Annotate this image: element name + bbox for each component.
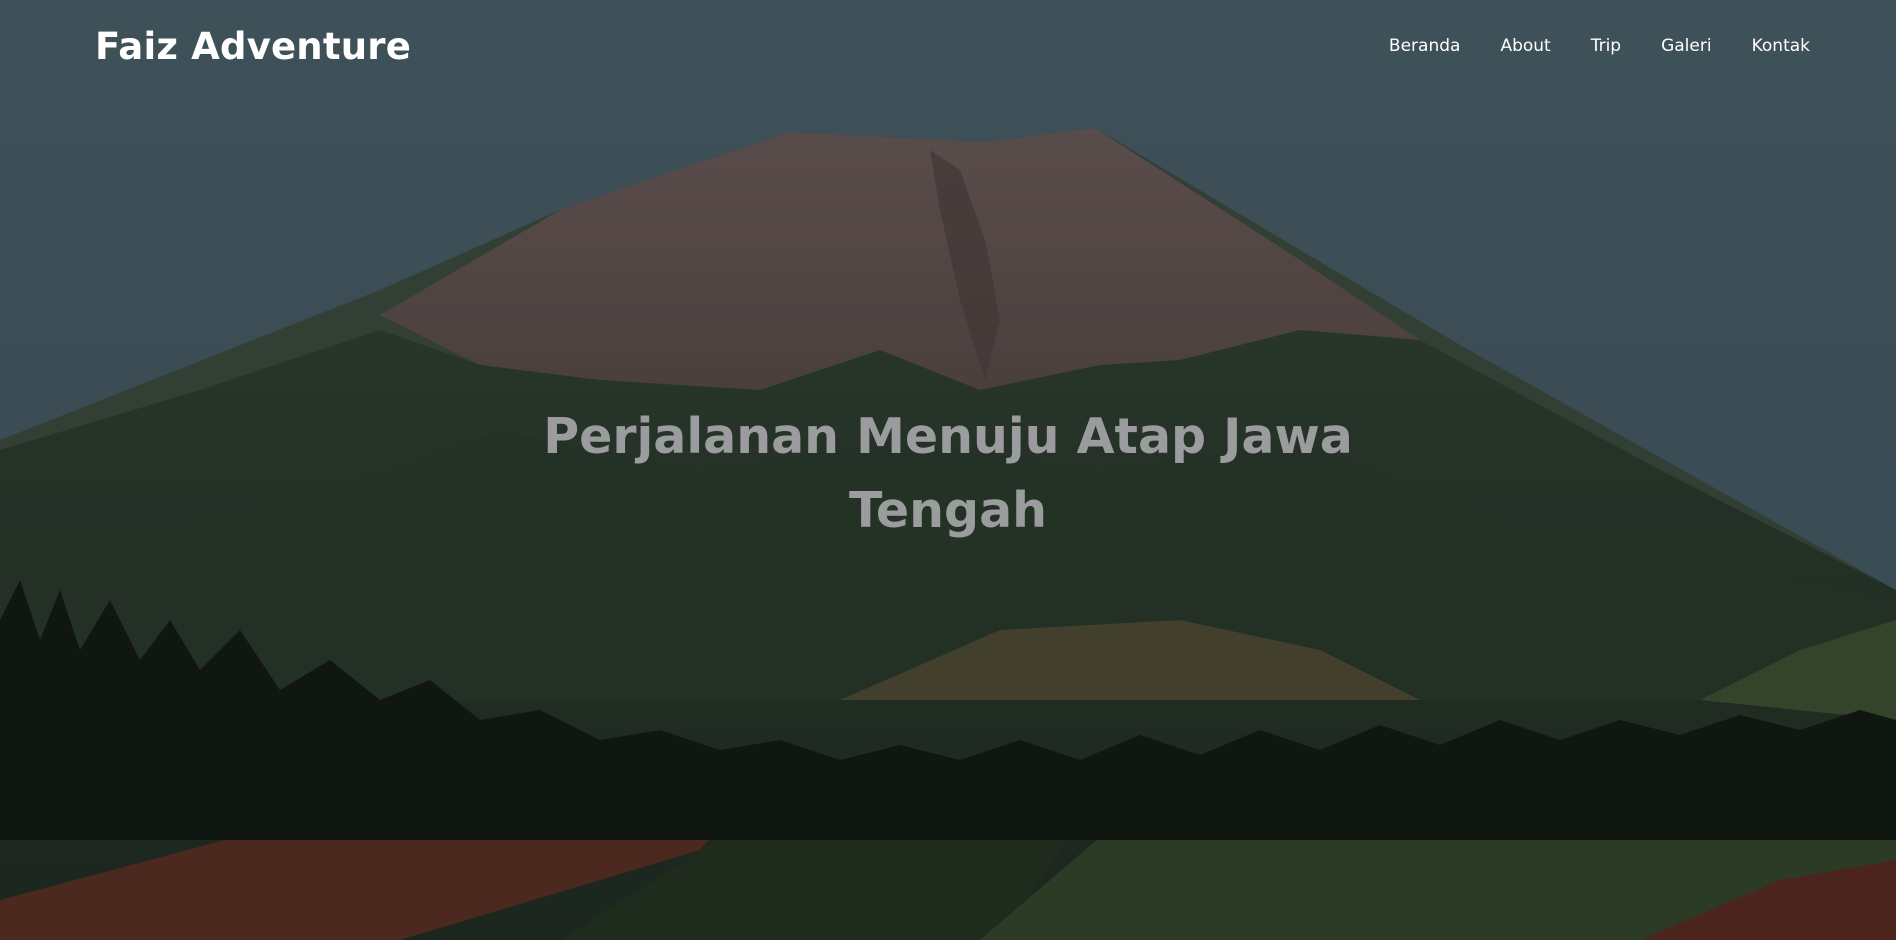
nav-link-galeri[interactable]: Galeri bbox=[1661, 36, 1712, 56]
nav-item-galeri: Galeri bbox=[1661, 36, 1712, 56]
brand-logo[interactable]: Faiz Adventure bbox=[95, 25, 411, 68]
hero-content: Perjalanan Menuju Atap Jawa Tengah bbox=[0, 400, 1896, 548]
nav-link-about[interactable]: About bbox=[1500, 36, 1550, 56]
nav-link-kontak[interactable]: Kontak bbox=[1752, 36, 1810, 56]
hero-section: Faiz Adventure Beranda About Trip Galeri… bbox=[0, 0, 1896, 940]
nav-item-kontak: Kontak bbox=[1752, 36, 1810, 56]
hero-headline: Perjalanan Menuju Atap Jawa Tengah bbox=[543, 408, 1353, 539]
nav-link-trip[interactable]: Trip bbox=[1591, 36, 1621, 56]
top-navbar: Faiz Adventure Beranda About Trip Galeri… bbox=[0, 0, 1896, 92]
nav-item-about: About bbox=[1500, 36, 1550, 56]
nav-item-trip: Trip bbox=[1591, 36, 1621, 56]
nav-link-beranda[interactable]: Beranda bbox=[1389, 36, 1461, 56]
nav-links: Beranda About Trip Galeri Kontak bbox=[1389, 36, 1810, 56]
nav-item-beranda: Beranda bbox=[1389, 36, 1461, 56]
